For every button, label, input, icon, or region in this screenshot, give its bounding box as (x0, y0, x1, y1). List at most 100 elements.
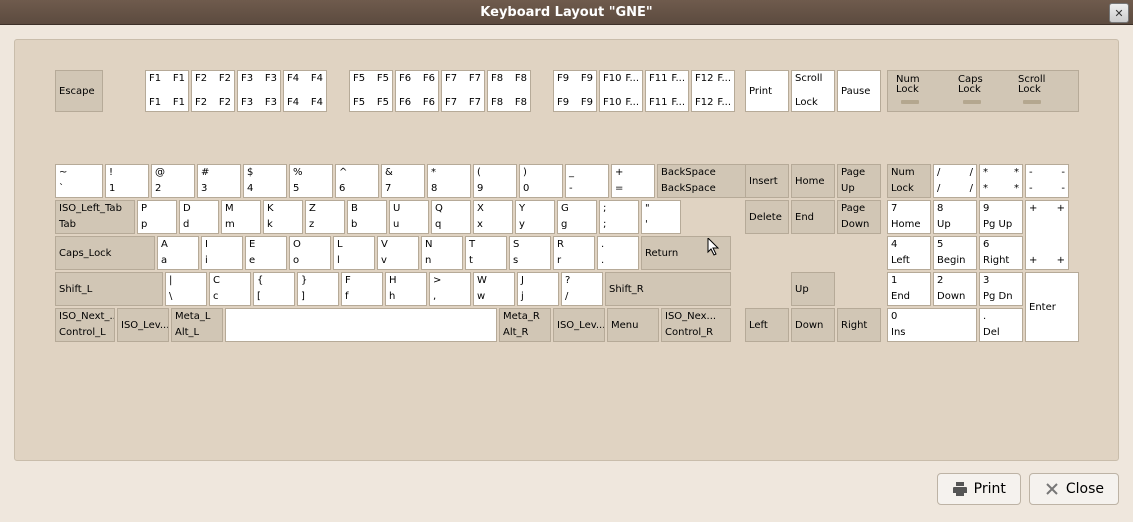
key-f9[interactable]: F9F9F9F9 (553, 70, 597, 112)
key-kp-subtract[interactable]: ---- (1025, 164, 1069, 198)
key-r2k12[interactable]: ;; (599, 200, 639, 234)
key-r4k6[interactable]: Hh (385, 272, 427, 306)
key-arrow-right[interactable]: Right (837, 308, 881, 342)
key-r1k5[interactable]: $4 (243, 164, 287, 198)
key-r2k6[interactable]: Bb (347, 200, 387, 234)
key-r4k10[interactable]: ?/ (561, 272, 603, 306)
key-escape[interactable]: Escape (55, 70, 103, 112)
key-r1k6[interactable]: %5 (289, 164, 333, 198)
key-caps-lock[interactable]: Caps_Lock (55, 236, 155, 270)
key-f8[interactable]: F8F8F8F8 (487, 70, 531, 112)
key-end[interactable]: End (791, 200, 835, 234)
key-r3k8[interactable]: Tt (465, 236, 507, 270)
key-pause[interactable]: Pause (837, 70, 881, 112)
key-r1k8[interactable]: &7 (381, 164, 425, 198)
key-r4k3[interactable]: {[ (253, 272, 295, 306)
key-r2k2[interactable]: Dd (179, 200, 219, 234)
key-r3k2[interactable]: Ii (201, 236, 243, 270)
key-r1k7[interactable]: ^6 (335, 164, 379, 198)
key-control-left[interactable]: ISO_Next_...Control_L (55, 308, 115, 342)
key-kp6[interactable]: 6Right (979, 236, 1023, 270)
key-arrow-left[interactable]: Left (745, 308, 789, 342)
print-button[interactable]: Print (937, 473, 1021, 505)
close-icon[interactable]: ✕ (1109, 3, 1129, 23)
key-r3k9[interactable]: Ss (509, 236, 551, 270)
key-kp1[interactable]: 1End (887, 272, 931, 306)
key-r2k3[interactable]: Mm (221, 200, 261, 234)
key-r4k2[interactable]: Cc (209, 272, 251, 306)
key-meta-left[interactable]: Meta_LAlt_L (171, 308, 223, 342)
key-home[interactable]: Home (791, 164, 835, 198)
key-f3[interactable]: F3F3F3F3 (237, 70, 281, 112)
key-arrow-up[interactable]: Up (791, 272, 835, 306)
key-iso-level3-right[interactable]: ISO_Lev... (553, 308, 605, 342)
key-r3k4[interactable]: Oo (289, 236, 331, 270)
key-meta-right[interactable]: Meta_RAlt_R (499, 308, 551, 342)
key-r1k10[interactable]: (9 (473, 164, 517, 198)
key-f2[interactable]: F2F2F2F2 (191, 70, 235, 112)
key-f11[interactable]: F11F...F11F... (645, 70, 689, 112)
key-r4k4[interactable]: }] (297, 272, 339, 306)
key-r3k11[interactable]: .. (597, 236, 639, 270)
key-r3k1[interactable]: Aa (157, 236, 199, 270)
key-r1k4[interactable]: #3 (197, 164, 241, 198)
key-f12[interactable]: F12F...F12F... (691, 70, 735, 112)
key-tab[interactable]: ISO_Left_TabTab (55, 200, 135, 234)
key-r2k1[interactable]: Pp (137, 200, 177, 234)
key-backtick[interactable]: ~` (55, 164, 103, 198)
key-scroll-lock[interactable]: ScrollLock (791, 70, 835, 112)
key-r2k11[interactable]: Gg (557, 200, 597, 234)
key-r2k13[interactable]: "' (641, 200, 681, 234)
close-button[interactable]: Close (1029, 473, 1119, 505)
key-r1k9[interactable]: *8 (427, 164, 471, 198)
key-r1k12[interactable]: _- (565, 164, 609, 198)
key-iso-level3-left[interactable]: ISO_Lev... (117, 308, 169, 342)
key-r2k8[interactable]: Qq (431, 200, 471, 234)
key-r3k3[interactable]: Ee (245, 236, 287, 270)
key-kp-decimal[interactable]: .Del (979, 308, 1023, 342)
key-r1k11[interactable]: )0 (519, 164, 563, 198)
key-r1k13[interactable]: += (611, 164, 655, 198)
key-f1[interactable]: F1F1F1F1 (145, 70, 189, 112)
key-r3k10[interactable]: Rr (553, 236, 595, 270)
key-kp2[interactable]: 2Down (933, 272, 977, 306)
key-r3k7[interactable]: Nn (421, 236, 463, 270)
key-r2k10[interactable]: Yy (515, 200, 555, 234)
key-print[interactable]: Print (745, 70, 789, 112)
key-page-down[interactable]: PageDown (837, 200, 881, 234)
key-kp4[interactable]: 4Left (887, 236, 931, 270)
key-control-right[interactable]: ISO_Nex...Control_R (661, 308, 731, 342)
key-num-lock[interactable]: NumLock (887, 164, 931, 198)
key-space[interactable] (225, 308, 497, 342)
key-r3k5[interactable]: Ll (333, 236, 375, 270)
key-r2k7[interactable]: Uu (389, 200, 429, 234)
key-kp5[interactable]: 5Begin (933, 236, 977, 270)
key-f7[interactable]: F7F7F7F7 (441, 70, 485, 112)
key-shift-right[interactable]: Shift_R (605, 272, 731, 306)
key-r2k5[interactable]: Zz (305, 200, 345, 234)
key-r4k7[interactable]: >, (429, 272, 471, 306)
key-f10[interactable]: F10F...F10F... (599, 70, 643, 112)
key-kp0[interactable]: 0Ins (887, 308, 977, 342)
key-kp9[interactable]: 9Pg Up (979, 200, 1023, 234)
key-delete[interactable]: Delete (745, 200, 789, 234)
key-kp8[interactable]: 8Up (933, 200, 977, 234)
key-r4k8[interactable]: Ww (473, 272, 515, 306)
key-menu[interactable]: Menu (607, 308, 659, 342)
key-r2k9[interactable]: Xx (473, 200, 513, 234)
titlebar[interactable]: Keyboard Layout "GNE" ✕ (0, 0, 1133, 25)
key-backspace[interactable]: BackSpaceBackSpace (657, 164, 749, 198)
key-r1k3[interactable]: @2 (151, 164, 195, 198)
key-r2k4[interactable]: Kk (263, 200, 303, 234)
key-r4k1[interactable]: |\ (165, 272, 207, 306)
key-kp-enter[interactable]: Enter (1025, 272, 1079, 342)
key-r1k2[interactable]: !1 (105, 164, 149, 198)
key-kp7[interactable]: 7Home (887, 200, 931, 234)
key-shift-left[interactable]: Shift_L (55, 272, 163, 306)
key-f5[interactable]: F5F5F5F5 (349, 70, 393, 112)
key-return[interactable]: Return (641, 236, 731, 270)
key-f6[interactable]: F6F6F6F6 (395, 70, 439, 112)
key-arrow-down[interactable]: Down (791, 308, 835, 342)
key-insert[interactable]: Insert (745, 164, 789, 198)
key-r4k5[interactable]: Ff (341, 272, 383, 306)
